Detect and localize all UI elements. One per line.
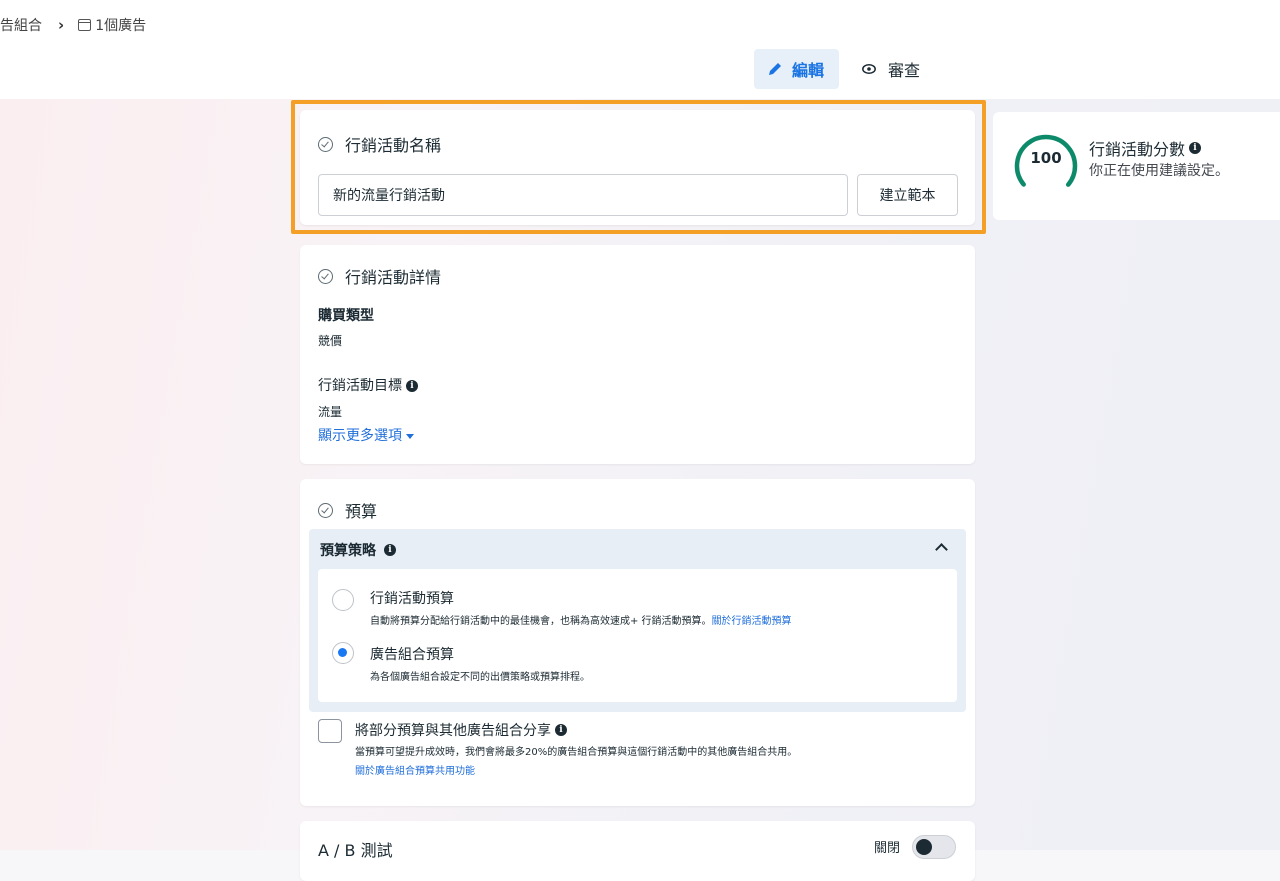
budget-card: 預算 預算策略 i 行銷活動預算 自動將預算分配給行銷活動中的最佳機會，也稱為高… — [300, 479, 975, 806]
pencil-icon — [769, 63, 781, 75]
info-icon[interactable]: i — [1189, 142, 1202, 154]
score-title-text: 行銷活動分數 — [1089, 140, 1186, 159]
score-title: 行銷活動分數 i — [1089, 136, 1202, 160]
budget-strategy-section: 預算策略 i 行銷活動預算 自動將預算分配給行銷活動中的最佳機會，也稱為高效速成… — [309, 529, 966, 712]
campaign-budget-radio[interactable] — [332, 589, 354, 611]
share-budget-checkbox[interactable] — [318, 719, 342, 743]
top-bar: 告組合 › 1個廣告 編輯 審查 — [0, 0, 1280, 99]
ad-set-budget-title: 廣告組合預算 — [370, 647, 454, 663]
check-circle-icon — [318, 502, 333, 518]
budget-strategy-label: 預算策略 — [320, 543, 376, 559]
campaign-score-card: 100 行銷活動分數 i 你正在使用建議設定。 — [993, 112, 1280, 220]
campaign-budget-desc-text: 自動將預算分配給行銷活動中的最佳機會，也稱為高效速成+ 行銷活動預算。 — [370, 616, 712, 627]
budget-strategy-header[interactable]: 預算策略 i — [320, 540, 396, 560]
ab-test-state-label: 關閉 — [874, 841, 901, 856]
campaign-budget-link[interactable]: 關於行銷活動預算 — [712, 616, 792, 627]
ab-test-card: A / B 測試 關閉 — [300, 821, 975, 881]
highlight-frame — [291, 100, 986, 234]
ad-set-budget-desc: 為各個廣告組合設定不同的出價策略或預算排程。 — [370, 672, 590, 683]
budget-heading: 預算 — [318, 498, 377, 522]
share-budget-desc: 當預算可望提升成效時，我們會將最多20%的廣告組合預算與這個行銷活動中的其他廣告… — [355, 747, 798, 758]
budget-strategy-options: 行銷活動預算 自動將預算分配給行銷活動中的最佳機會，也稱為高效速成+ 行銷活動預… — [318, 569, 957, 702]
caret-down-icon — [406, 433, 414, 439]
breadcrumb-ad-set[interactable]: 告組合 — [0, 15, 42, 35]
show-more-options-link[interactable]: 顯示更多選項 — [318, 425, 414, 445]
ab-test-toggle[interactable] — [912, 835, 956, 859]
ad-set-budget-radio[interactable] — [332, 642, 354, 664]
budget-title: 預算 — [345, 502, 378, 521]
score-value: 100 — [1030, 149, 1062, 167]
campaign-details-heading: 行銷活動詳情 — [318, 264, 441, 288]
buying-type-value: 競價 — [318, 334, 343, 348]
campaign-details-card: 行銷活動詳情 購買類型 競價 行銷活動目標 i 流量 顯示更多選項 — [300, 245, 975, 464]
objective-label-text: 行銷活動目標 — [318, 378, 402, 394]
info-icon[interactable]: i — [406, 380, 418, 392]
edit-mode-button[interactable]: 編輯 — [754, 49, 839, 89]
ad-icon — [78, 19, 92, 31]
breadcrumb-ads[interactable]: 1個廣告 — [95, 15, 146, 35]
info-icon[interactable]: i — [555, 724, 567, 736]
chevron-up-icon[interactable] — [935, 543, 948, 556]
score-subtitle: 你正在使用建議設定。 — [1089, 163, 1229, 179]
review-mode-label: 審查 — [888, 61, 921, 80]
share-budget-title: 將部分預算與其他廣告組合分享 i — [355, 720, 567, 740]
review-mode-button[interactable]: 審查 — [860, 49, 940, 89]
eye-icon — [862, 64, 876, 74]
buying-type-label: 購買類型 — [318, 308, 374, 324]
chevron-right-icon: › — [58, 16, 65, 34]
ab-test-title: A / B 測試 — [318, 841, 393, 860]
show-more-options-label: 顯示更多選項 — [318, 428, 402, 444]
campaign-details-title: 行銷活動詳情 — [345, 268, 442, 287]
campaign-budget-desc: 自動將預算分配給行銷活動中的最佳機會，也稱為高效速成+ 行銷活動預算。關於行銷活… — [370, 612, 792, 627]
campaign-budget-title: 行銷活動預算 — [370, 591, 454, 607]
check-circle-icon — [318, 268, 333, 284]
share-budget-link[interactable]: 關於廣告組合預算共用功能 — [355, 762, 475, 777]
edit-mode-label: 編輯 — [792, 61, 825, 80]
objective-value: 流量 — [318, 405, 343, 419]
objective-label: 行銷活動目標 i — [318, 375, 418, 395]
share-budget-title-text: 將部分預算與其他廣告組合分享 — [355, 723, 551, 739]
breadcrumb: 告組合 › 1個廣告 — [0, 14, 146, 36]
info-icon[interactable]: i — [384, 544, 396, 556]
